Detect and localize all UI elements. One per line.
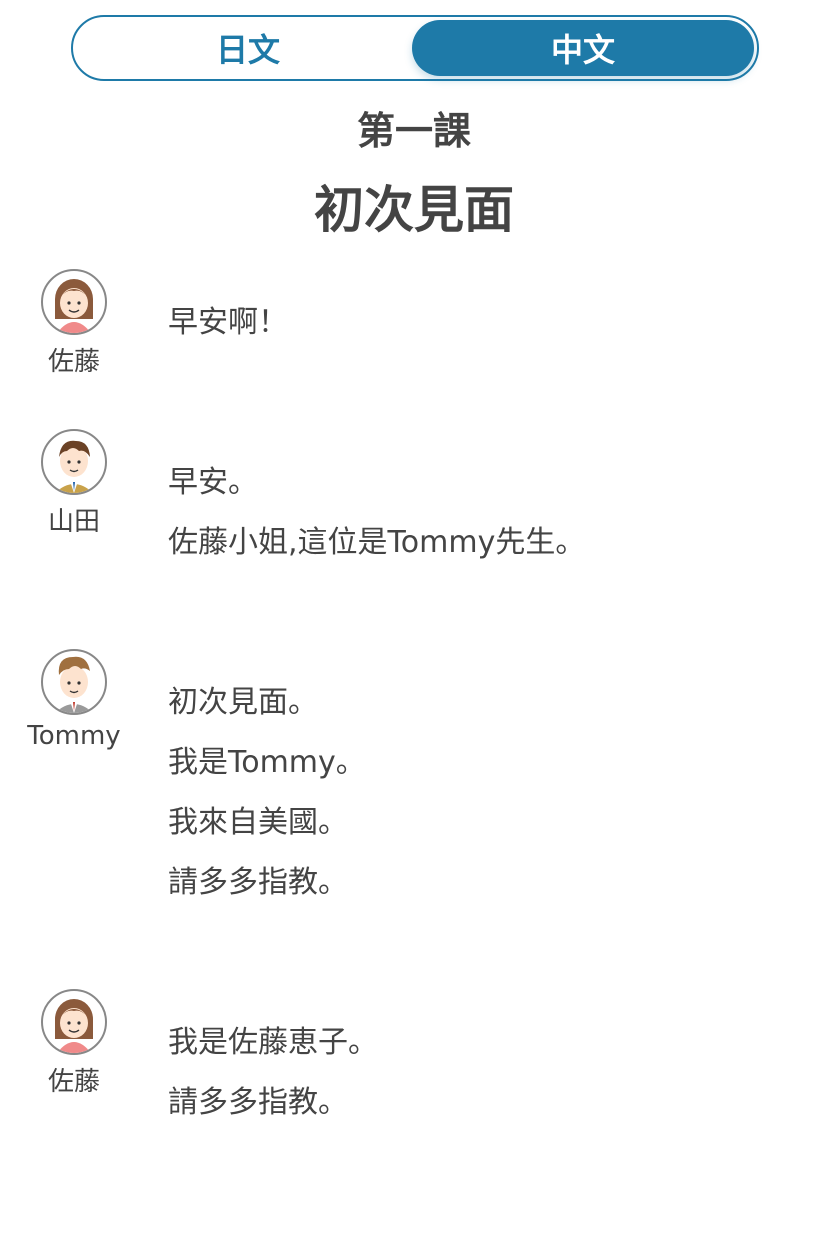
speaker-tommy: Tommy bbox=[20, 649, 128, 751]
man-suit-icon bbox=[41, 429, 107, 495]
dialogue-lines: 初次見面。 我是Tommy。 我來自美國。 請多多指教。 bbox=[168, 673, 366, 913]
speaker-name: Tommy bbox=[27, 721, 121, 751]
tab-chinese[interactable]: 中文 bbox=[412, 20, 754, 76]
woman-icon bbox=[41, 269, 107, 335]
dialogue-line: 早安。 bbox=[168, 465, 258, 500]
speaker-sato: 佐藤 bbox=[20, 989, 128, 1098]
dialogue-line: 請多多指教。 bbox=[168, 865, 348, 900]
dialogue-line: 初次見面。 bbox=[168, 685, 318, 720]
speaker-sato: 佐藤 bbox=[20, 269, 128, 378]
speaker-name: 佐藤 bbox=[47, 1067, 100, 1097]
dialogue-lines: 我是佐藤恵子。 請多多指教。 bbox=[168, 1013, 378, 1133]
speaker-name: 佐藤 bbox=[47, 347, 100, 377]
language-toggle: 日文 中文 bbox=[71, 15, 759, 81]
dialogue-lines: 早安啊！ bbox=[168, 293, 288, 353]
lesson-number: 第一課 bbox=[356, 109, 471, 153]
dialogue-line: 佐藤小姐,這位是Tommy先生。 bbox=[168, 525, 586, 560]
man-quiff-icon bbox=[41, 649, 107, 715]
tab-japanese[interactable]: 日文 bbox=[77, 20, 419, 76]
dialogue-line: 我是Tommy。 bbox=[168, 745, 366, 780]
woman-icon bbox=[41, 989, 107, 1055]
lesson-title: 初次見面 bbox=[314, 181, 514, 239]
speaker-name: 山田 bbox=[47, 507, 100, 537]
dialogue-line: 我來自美國。 bbox=[168, 805, 348, 840]
dialogue-line: 早安啊！ bbox=[168, 305, 288, 340]
dialogue-line: 請多多指教。 bbox=[168, 1085, 348, 1120]
speaker-yamada: 山田 bbox=[20, 429, 128, 538]
dialogue-line: 我是佐藤恵子。 bbox=[168, 1025, 378, 1060]
dialogue-lines: 早安。 佐藤小姐,這位是Tommy先生。 bbox=[168, 453, 585, 573]
